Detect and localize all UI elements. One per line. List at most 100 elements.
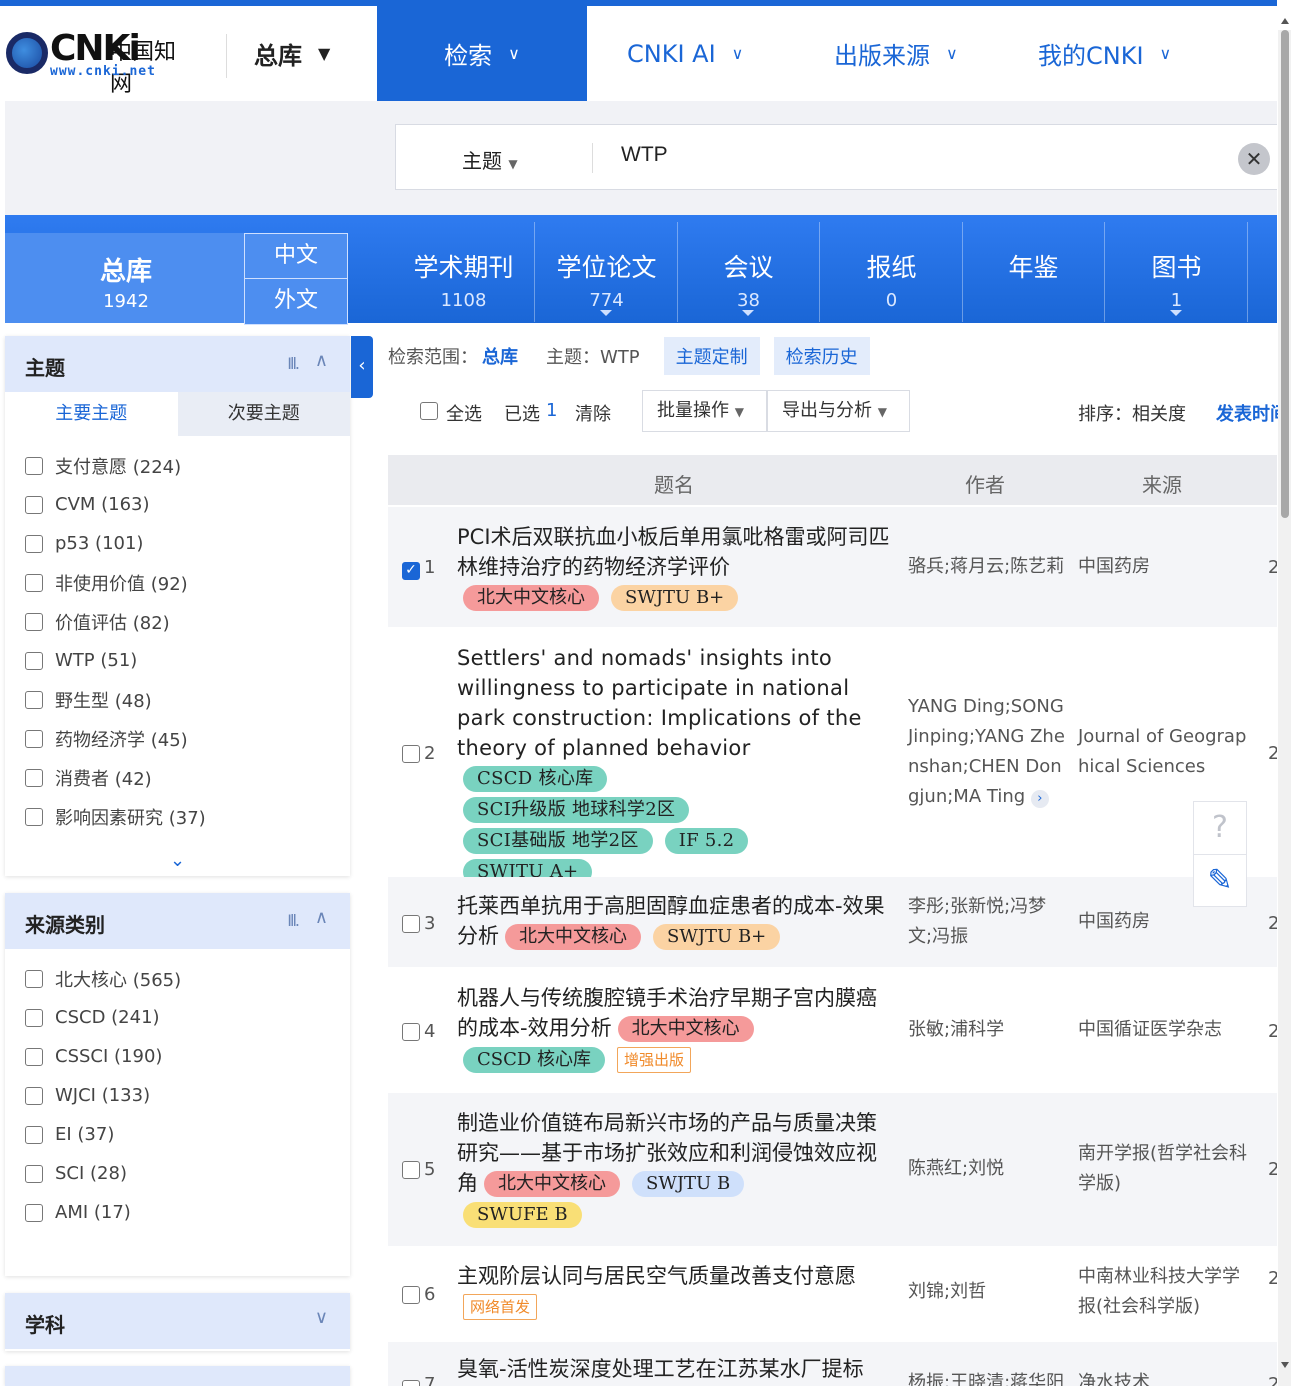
row-checkbox[interactable] bbox=[402, 745, 420, 767]
result-source[interactable]: 中国循证医学杂志 bbox=[1078, 1015, 1250, 1045]
tab-conferences[interactable]: 会议 38 bbox=[678, 222, 820, 322]
facet-item[interactable]: CVM (163) bbox=[5, 485, 350, 524]
result-title-text[interactable]: Settlers' and nomads' insights into will… bbox=[457, 646, 862, 760]
result-title[interactable]: 臭氧-活性炭深度处理工艺在江苏某水厂提标 bbox=[457, 1354, 893, 1384]
facet-item[interactable]: 支付意愿 (224) bbox=[5, 446, 350, 485]
result-title[interactable]: 机器人与传统腹腔镜手术治疗早期子宫内膜癌的成本-效用分析 北大中文核心 CSCD … bbox=[457, 983, 893, 1075]
checkbox[interactable] bbox=[25, 768, 43, 787]
batch-operation-dropdown[interactable]: 批量操作 ▼ bbox=[642, 390, 767, 432]
select-all-label[interactable]: 全选 bbox=[446, 400, 482, 426]
checkbox[interactable] bbox=[25, 651, 43, 670]
chevron-up-icon[interactable]: ∧ bbox=[315, 907, 328, 928]
scope-database[interactable]: 总库 bbox=[482, 343, 518, 369]
tab-secondary-topic[interactable]: 次要主题 bbox=[177, 392, 350, 436]
facet-item[interactable]: EI (37) bbox=[5, 1115, 350, 1154]
scroll-down-icon[interactable] bbox=[1281, 1362, 1289, 1368]
checkbox[interactable] bbox=[402, 1161, 420, 1179]
nav-search[interactable]: 检索 ∨ bbox=[377, 6, 587, 101]
result-title[interactable]: Settlers' and nomads' insights into will… bbox=[457, 643, 893, 877]
checkbox[interactable] bbox=[402, 745, 420, 763]
checkbox[interactable] bbox=[25, 1125, 43, 1144]
result-title-text[interactable]: 臭氧-活性炭深度处理工艺在江苏某水厂提标 bbox=[457, 1357, 864, 1381]
facet-item[interactable]: 药物经济学 (45) bbox=[5, 719, 350, 758]
facet-item[interactable]: 消费者 (42) bbox=[5, 758, 350, 797]
result-source[interactable]: 中国药房 bbox=[1078, 552, 1250, 582]
checkbox[interactable] bbox=[25, 1203, 43, 1222]
facet-item[interactable]: WTP (51) bbox=[5, 641, 350, 680]
tab-newspapers[interactable]: 报纸 0 bbox=[821, 222, 963, 322]
pen-edit-icon[interactable]: ✎ bbox=[1194, 854, 1246, 906]
sort-relevance[interactable]: 排序：相关度 bbox=[1078, 400, 1186, 426]
tab-yearbooks[interactable]: 年鉴 bbox=[963, 222, 1105, 322]
checkbox[interactable] bbox=[402, 915, 420, 933]
expand-more-icon[interactable]: ⌄ bbox=[5, 846, 350, 876]
facet-panel-header[interactable]: 主题 Ill. ∧ bbox=[5, 336, 350, 392]
facet-item[interactable]: 价值评估 (82) bbox=[5, 602, 350, 641]
result-source[interactable]: 南开学报(哲学社会科学版) bbox=[1078, 1139, 1250, 1199]
result-source[interactable]: Journal of Geographical Sciences bbox=[1078, 722, 1250, 782]
result-title[interactable]: PCI术后双联抗血小板后单用氯吡格雷或阿司匹林维持治疗的药物经济学评价 北大中文… bbox=[457, 522, 893, 613]
select-all-checkbox[interactable] bbox=[420, 402, 438, 425]
cnki-logo[interactable]: CNKi 中国知网 www.cnki.net bbox=[6, 28, 196, 97]
facet-item[interactable]: 非使用价值 (92) bbox=[5, 563, 350, 602]
row-checkbox[interactable] bbox=[402, 1161, 420, 1183]
search-input[interactable] bbox=[621, 143, 1181, 167]
checkbox[interactable] bbox=[25, 969, 43, 988]
chevron-right-icon[interactable]: › bbox=[1030, 790, 1049, 808]
result-author[interactable]: 陈燕红;刘悦 bbox=[908, 1154, 1068, 1184]
facet-item[interactable]: SCI (28) bbox=[5, 1154, 350, 1193]
checkbox[interactable] bbox=[25, 1086, 43, 1105]
bar-chart-icon[interactable]: Ill. bbox=[287, 911, 300, 930]
facet-item[interactable]: 北大核心 (565) bbox=[5, 959, 350, 998]
chevron-up-icon[interactable]: ∧ bbox=[315, 350, 328, 371]
chevron-down-icon[interactable]: ∨ bbox=[315, 1307, 328, 1328]
checkbox[interactable] bbox=[25, 612, 43, 631]
checkbox[interactable] bbox=[25, 456, 43, 475]
search-field-select[interactable]: 主题 ▼ bbox=[462, 145, 518, 174]
checkbox[interactable] bbox=[25, 1164, 43, 1183]
checkbox[interactable] bbox=[25, 807, 43, 826]
row-checkbox[interactable] bbox=[402, 1023, 420, 1045]
bar-chart-icon[interactable]: Ill. bbox=[287, 354, 300, 373]
result-title[interactable]: 托莱西单抗用于高胆固醇血症患者的成本-效果分析 北大中文核心 SWJTU B+ bbox=[457, 891, 893, 952]
checkbox[interactable] bbox=[25, 1008, 43, 1027]
facet-item[interactable]: 影响因素研究 (37) bbox=[5, 797, 350, 836]
checkbox[interactable] bbox=[25, 495, 43, 514]
row-checkbox[interactable] bbox=[402, 1380, 420, 1386]
result-author[interactable]: 骆兵;蒋月云;陈艺莉 bbox=[908, 552, 1068, 582]
scrollbar-thumb[interactable] bbox=[1281, 30, 1289, 518]
facet-item[interactable]: CSSCI (190) bbox=[5, 1037, 350, 1076]
help-question-icon[interactable]: ? bbox=[1194, 802, 1246, 854]
collapse-sidebar-icon[interactable]: ‹ bbox=[351, 336, 373, 398]
tab-chinese[interactable]: 中文 bbox=[244, 233, 348, 279]
tab-dissertations[interactable]: 学位论文 774 bbox=[536, 222, 678, 322]
row-checkbox[interactable] bbox=[402, 915, 420, 937]
checkbox[interactable] bbox=[25, 1047, 43, 1066]
checkbox[interactable] bbox=[25, 573, 43, 592]
row-checkbox[interactable]: ✓ bbox=[402, 559, 420, 580]
result-author[interactable]: 李彤;张新悦;冯梦文;冯振 bbox=[908, 892, 1068, 952]
nav-my-cnki[interactable]: 我的CNKI ∨ bbox=[1038, 6, 1171, 101]
result-author[interactable]: 张敏;浦科学 bbox=[908, 1015, 1068, 1045]
facet-item[interactable]: AMI (17) bbox=[5, 1193, 350, 1232]
checkbox[interactable] bbox=[25, 534, 43, 553]
checkbox[interactable] bbox=[25, 690, 43, 709]
export-analysis-dropdown[interactable]: 导出与分析 ▼ bbox=[767, 390, 910, 432]
result-author[interactable]: YANG Ding;SONG Jinping;YANG Zhenshan;CHE… bbox=[908, 692, 1068, 812]
result-source[interactable]: 中南林业科技大学学报(社会科学版) bbox=[1078, 1262, 1250, 1322]
tab-main-topic[interactable]: 主要主题 bbox=[5, 392, 178, 436]
topic-custom-button[interactable]: 主题定制 bbox=[663, 337, 760, 375]
result-author[interactable]: 杨振;王晓清;蒋华阳 bbox=[908, 1368, 1068, 1386]
checkbox[interactable] bbox=[25, 729, 43, 748]
row-checkbox[interactable] bbox=[402, 1286, 420, 1308]
result-title[interactable]: 主观阶层认同与居民空气质量改善支付意愿 网络首发 bbox=[457, 1261, 893, 1322]
result-title-text[interactable]: 主观阶层认同与居民空气质量改善支付意愿 bbox=[457, 1264, 856, 1288]
result-title[interactable]: 制造业价值链布局新兴市场的产品与质量决策研究——基于市场扩张效应和利润侵蚀效应视… bbox=[457, 1108, 893, 1230]
checkbox[interactable] bbox=[402, 1380, 420, 1386]
facet-item[interactable]: WJCI (133) bbox=[5, 1076, 350, 1115]
checkbox[interactable] bbox=[402, 1286, 420, 1304]
page-scrollbar[interactable] bbox=[1278, 30, 1291, 1386]
checkbox[interactable] bbox=[402, 1023, 420, 1041]
nav-cnki-ai[interactable]: CNKI AI ∨ bbox=[627, 6, 743, 101]
tab-foreign[interactable]: 外文 bbox=[244, 279, 348, 325]
